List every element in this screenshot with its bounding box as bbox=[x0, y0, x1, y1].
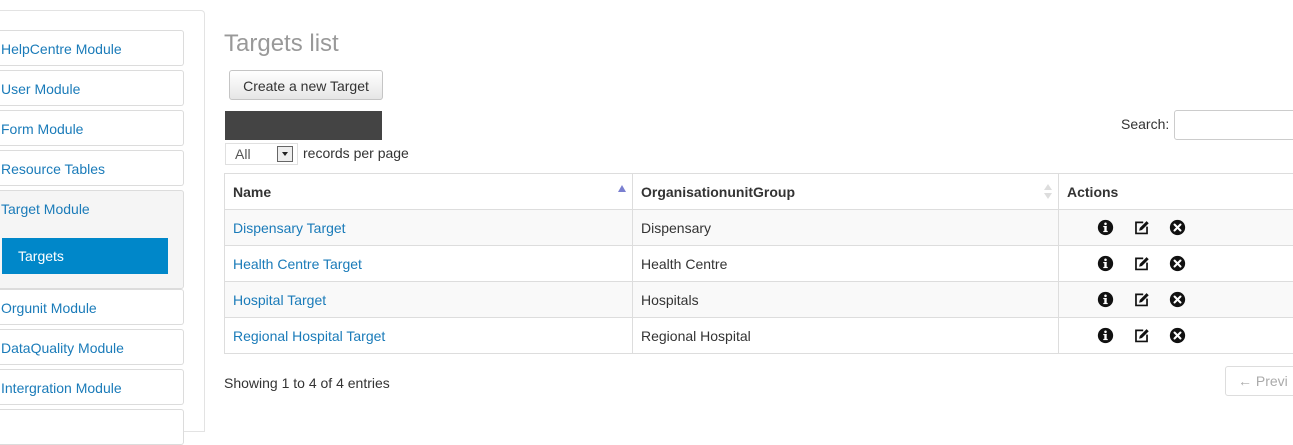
table-row: Health Centre Target Health Centre bbox=[225, 246, 1293, 282]
targets-table: Name OrganisationunitGroup Actions Dispe… bbox=[224, 173, 1293, 354]
column-header-organisationunitgroup[interactable]: OrganisationunitGroup bbox=[633, 174, 1059, 210]
sidebar-item-dataquality[interactable]: DataQuality Module bbox=[0, 329, 184, 365]
sidebar-item-resource-tables[interactable]: Resource Tables bbox=[0, 150, 184, 186]
info-icon[interactable] bbox=[1097, 255, 1114, 272]
sidebar-group-target: Target Module Targets bbox=[0, 190, 184, 289]
sidebar-item-intergration[interactable]: Intergration Module bbox=[0, 369, 184, 405]
page-length-select[interactable]: All bbox=[225, 143, 298, 165]
delete-icon[interactable] bbox=[1169, 255, 1186, 272]
target-name-link[interactable]: Health Centre Target bbox=[233, 256, 362, 272]
chevron-down-icon bbox=[277, 146, 293, 162]
row-actions bbox=[1059, 282, 1293, 318]
orgunit-group-cell: Hospitals bbox=[633, 282, 1059, 318]
target-name-link[interactable]: Dispensary Target bbox=[233, 220, 346, 236]
sort-both-icon bbox=[1044, 184, 1052, 200]
page-title: Targets list bbox=[224, 30, 339, 58]
edit-icon[interactable] bbox=[1133, 327, 1150, 344]
delete-icon[interactable] bbox=[1169, 291, 1186, 308]
previous-page-button[interactable]: ← Previ bbox=[1225, 366, 1293, 396]
edit-icon[interactable] bbox=[1133, 255, 1150, 272]
table-row: Hospital Target Hospitals bbox=[225, 282, 1293, 318]
create-target-button[interactable]: Create a new Target bbox=[229, 70, 383, 100]
edit-icon[interactable] bbox=[1133, 219, 1150, 236]
sidebar-subitem-targets[interactable]: Targets bbox=[2, 238, 168, 274]
info-icon[interactable] bbox=[1097, 219, 1114, 236]
row-actions bbox=[1059, 318, 1293, 354]
edit-icon[interactable] bbox=[1133, 291, 1150, 308]
row-actions bbox=[1059, 246, 1293, 282]
orgunit-group-cell: Regional Hospital bbox=[633, 318, 1059, 354]
page-length-label: records per page bbox=[303, 145, 409, 161]
row-actions bbox=[1059, 210, 1293, 246]
sidebar-item-next[interactable] bbox=[0, 409, 184, 445]
sidebar-item-user[interactable]: User Module bbox=[0, 70, 184, 106]
sidebar-item-form[interactable]: Form Module bbox=[0, 110, 184, 146]
export-toolbar bbox=[225, 111, 382, 140]
target-name-link[interactable]: Regional Hospital Target bbox=[233, 328, 385, 344]
sidebar-item-target[interactable]: Target Module bbox=[1, 191, 183, 227]
search-input[interactable] bbox=[1174, 110, 1293, 140]
delete-icon[interactable] bbox=[1169, 219, 1186, 236]
page-length-value: All bbox=[235, 146, 251, 162]
info-icon[interactable] bbox=[1097, 291, 1114, 308]
column-header-name[interactable]: Name bbox=[225, 174, 633, 210]
sort-ascending-icon bbox=[618, 185, 626, 192]
orgunit-group-cell: Dispensary bbox=[633, 210, 1059, 246]
column-header-actions: Actions bbox=[1059, 174, 1293, 210]
orgunit-group-cell: Health Centre bbox=[633, 246, 1059, 282]
target-name-link[interactable]: Hospital Target bbox=[233, 292, 326, 308]
column-header-label: OrganisationunitGroup bbox=[641, 184, 795, 200]
table-info: Showing 1 to 4 of 4 entries bbox=[224, 375, 390, 391]
column-header-label: Actions bbox=[1067, 184, 1118, 200]
search-label: Search: bbox=[1121, 116, 1169, 132]
delete-icon[interactable] bbox=[1169, 327, 1186, 344]
sidebar-item-helpcentre[interactable]: HelpCentre Module bbox=[0, 30, 184, 66]
table-row: Regional Hospital Target Regional Hospit… bbox=[225, 318, 1293, 354]
sidebar-item-orgunit[interactable]: Orgunit Module bbox=[0, 289, 184, 325]
column-header-label: Name bbox=[233, 184, 271, 200]
table-row: Dispensary Target Dispensary bbox=[225, 210, 1293, 246]
info-icon[interactable] bbox=[1097, 327, 1114, 344]
